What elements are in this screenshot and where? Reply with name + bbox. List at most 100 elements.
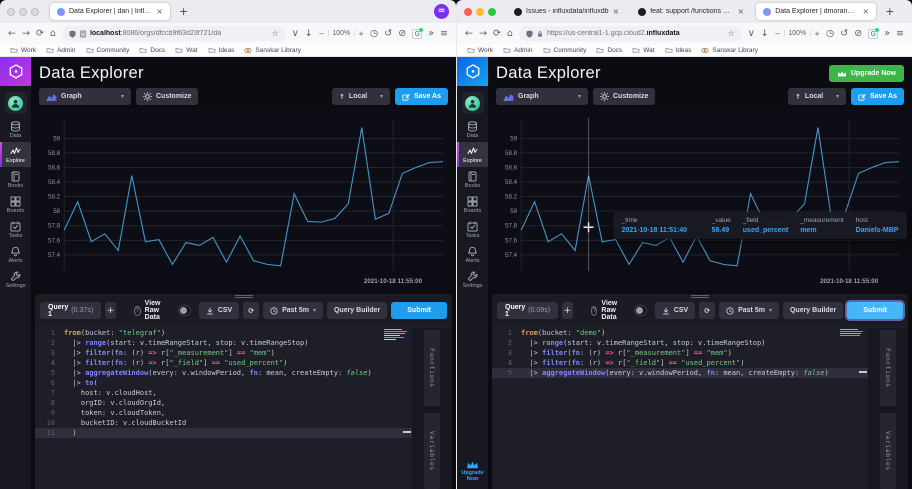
- code-line[interactable]: 4 |> filter(fn: (r) => r["_field"] == "u…: [492, 358, 868, 368]
- sidebar-item-settings[interactable]: Settings: [457, 267, 488, 292]
- shield-icon[interactable]: [526, 30, 533, 38]
- time-range-dropdown[interactable]: Past 5m ▾: [719, 302, 779, 319]
- code-line[interactable]: 7 host: v.cloudHost,: [35, 388, 412, 398]
- zoom-level[interactable]: 100%: [788, 30, 806, 37]
- extension-badge-icon[interactable]: ∞: [434, 4, 449, 19]
- maximize-window-button[interactable]: [31, 7, 39, 16]
- sidebar-item-books[interactable]: Books: [457, 167, 488, 192]
- page-icon[interactable]: [80, 30, 86, 38]
- pocket-icon[interactable]: ∨: [292, 28, 299, 39]
- influxdb-logo[interactable]: [0, 57, 31, 86]
- home-button[interactable]: ⌂: [50, 28, 56, 39]
- history-icon[interactable]: ↺: [840, 28, 848, 39]
- upgrade-now-button[interactable]: Upgrade Now: [828, 65, 904, 82]
- sidebar-item-tasks[interactable]: Tasks: [0, 217, 31, 242]
- sidebar-item-settings[interactable]: Settings: [0, 267, 31, 292]
- zoom-out-button[interactable]: −: [319, 30, 325, 38]
- close-window-button[interactable]: [464, 7, 472, 16]
- url-text[interactable]: localhost:8086/orgs/dfccb9f63d23f721/da: [90, 30, 268, 37]
- bookmark-item[interactable]: Ideas: [665, 47, 691, 54]
- csv-button[interactable]: CSV: [198, 302, 240, 319]
- sidebar-item-explore[interactable]: Explore: [457, 142, 488, 167]
- tab-close-icon[interactable]: ×: [613, 7, 620, 16]
- sidebar-item-data[interactable]: Data: [0, 117, 31, 142]
- tab-close-icon[interactable]: ×: [156, 7, 163, 16]
- functions-tab[interactable]: Functions: [880, 330, 896, 406]
- code-line[interactable]: 10 bucketID: v.cloudBucketId: [35, 418, 412, 428]
- code-editor[interactable]: 1 from (bucket: "demo") 2 |> range (start: v…: [492, 325, 908, 489]
- home-button[interactable]: ⌂: [507, 28, 513, 39]
- bookmark-star-icon[interactable]: ☆: [728, 29, 735, 38]
- sidebar-item-data[interactable]: Data: [457, 117, 488, 142]
- query-builder-button[interactable]: Query Builder: [326, 302, 388, 319]
- tab-close-icon[interactable]: ×: [863, 7, 870, 16]
- flux-code[interactable]: 1 from (bucket: "telegraf") 2 |> range (star…: [35, 328, 412, 489]
- upgrade-now-sidebar[interactable]: Upgrade Now: [457, 460, 488, 482]
- code-line[interactable]: 1 from (bucket: "demo"): [492, 328, 868, 338]
- overflow-chevron-icon[interactable]: »: [884, 28, 890, 39]
- code-line[interactable]: 3 |> filter(fn: (r) => r["_measurement"]…: [492, 348, 868, 358]
- sidebar-item-alerts[interactable]: Alerts: [457, 242, 488, 267]
- chart[interactable]: 57.4 57.6 57.8 58 58.2 58.4 58.6 58.8 59 2021-10-…: [494, 111, 906, 288]
- code-line[interactable]: 1 from (bucket: "telegraf"): [35, 328, 412, 338]
- avatar[interactable]: [4, 92, 27, 114]
- customize-button[interactable]: Customize: [593, 88, 656, 105]
- maximize-window-button[interactable]: [488, 7, 496, 16]
- zoom-out-button[interactable]: −: [775, 30, 781, 38]
- browser-tab[interactable]: Data Explorer | dmoran@influxd ×: [756, 3, 877, 20]
- write-target-dropdown[interactable]: ↑ Local ▾: [332, 88, 391, 105]
- browser-tab[interactable]: feat: support /functions endpoi ×: [631, 3, 751, 20]
- sidebar-item-explore[interactable]: Explore: [0, 142, 31, 167]
- panel-drag-handle[interactable]: [691, 295, 709, 299]
- close-window-button[interactable]: [7, 7, 15, 16]
- submit-button[interactable]: Submit: [391, 302, 447, 319]
- bookmark-item[interactable]: Community: [86, 47, 129, 54]
- bookmark-item[interactable]: Wat: [632, 47, 655, 54]
- back-button[interactable]: ←: [8, 28, 16, 39]
- bookmark-item[interactable]: Sanskar Library: [244, 47, 301, 54]
- save-as-button[interactable]: Save As: [851, 88, 904, 105]
- bookmark-item[interactable]: Work: [10, 47, 36, 54]
- bookmark-item[interactable]: Admin: [46, 47, 76, 54]
- bookmark-item[interactable]: Sanskar Library: [701, 47, 758, 54]
- tab-close-icon[interactable]: ×: [738, 7, 745, 16]
- code-line[interactable]: 11 ): [35, 428, 412, 438]
- bookmark-star-icon[interactable]: ☆: [272, 29, 279, 38]
- refresh-button[interactable]: ⟳: [243, 302, 260, 319]
- lock-icon[interactable]: [537, 30, 543, 38]
- refresh-button[interactable]: ⟳: [699, 302, 716, 319]
- clock-icon[interactable]: ◷: [826, 28, 834, 39]
- bookmark-item[interactable]: Community: [543, 47, 586, 54]
- sidebar-item-alerts[interactable]: Alerts: [0, 242, 31, 267]
- bookmark-item[interactable]: Ideas: [208, 47, 234, 54]
- forward-button[interactable]: →: [22, 28, 30, 39]
- minimize-window-button[interactable]: [19, 7, 27, 16]
- new-tab-button[interactable]: +: [881, 5, 898, 18]
- query-tab[interactable]: Query 1 (0.09s): [497, 302, 559, 319]
- overflow-chevron-icon[interactable]: »: [428, 28, 434, 39]
- blocked-icon[interactable]: ⊘: [398, 28, 406, 39]
- view-raw-data-toggle[interactable]: [633, 305, 647, 316]
- csv-button[interactable]: CSV: [654, 302, 696, 319]
- query-builder-button[interactable]: Query Builder: [782, 302, 844, 319]
- zoom-in-button[interactable]: +: [814, 30, 820, 38]
- submit-button[interactable]: Submit: [847, 302, 903, 319]
- reload-button[interactable]: ⟳: [36, 28, 44, 39]
- shield-icon[interactable]: [69, 30, 76, 38]
- downloads-icon[interactable]: ↓: [305, 28, 313, 39]
- back-button[interactable]: ←: [465, 28, 473, 39]
- url-bar[interactable]: https://us-central1-1.gcp.cloud2.influxd…: [518, 26, 742, 41]
- code-line[interactable]: 6 |> to(: [35, 378, 412, 388]
- bookmark-item[interactable]: Work: [467, 47, 493, 54]
- write-target-dropdown[interactable]: ↑ Local ▾: [788, 88, 847, 105]
- time-range-dropdown[interactable]: Past 5m ▾: [263, 302, 323, 319]
- minimap[interactable]: [840, 329, 866, 336]
- history-icon[interactable]: ↺: [384, 28, 392, 39]
- pocket-icon[interactable]: ∨: [748, 28, 755, 39]
- add-query-button[interactable]: +: [105, 302, 116, 319]
- view-raw-data-toggle[interactable]: [177, 305, 191, 316]
- browser-tab[interactable]: Issues - influxdata/influxdb ×: [507, 3, 626, 20]
- add-query-button[interactable]: +: [562, 302, 573, 319]
- variables-tab[interactable]: Variables: [424, 413, 440, 489]
- influxdb-logo[interactable]: [457, 57, 488, 86]
